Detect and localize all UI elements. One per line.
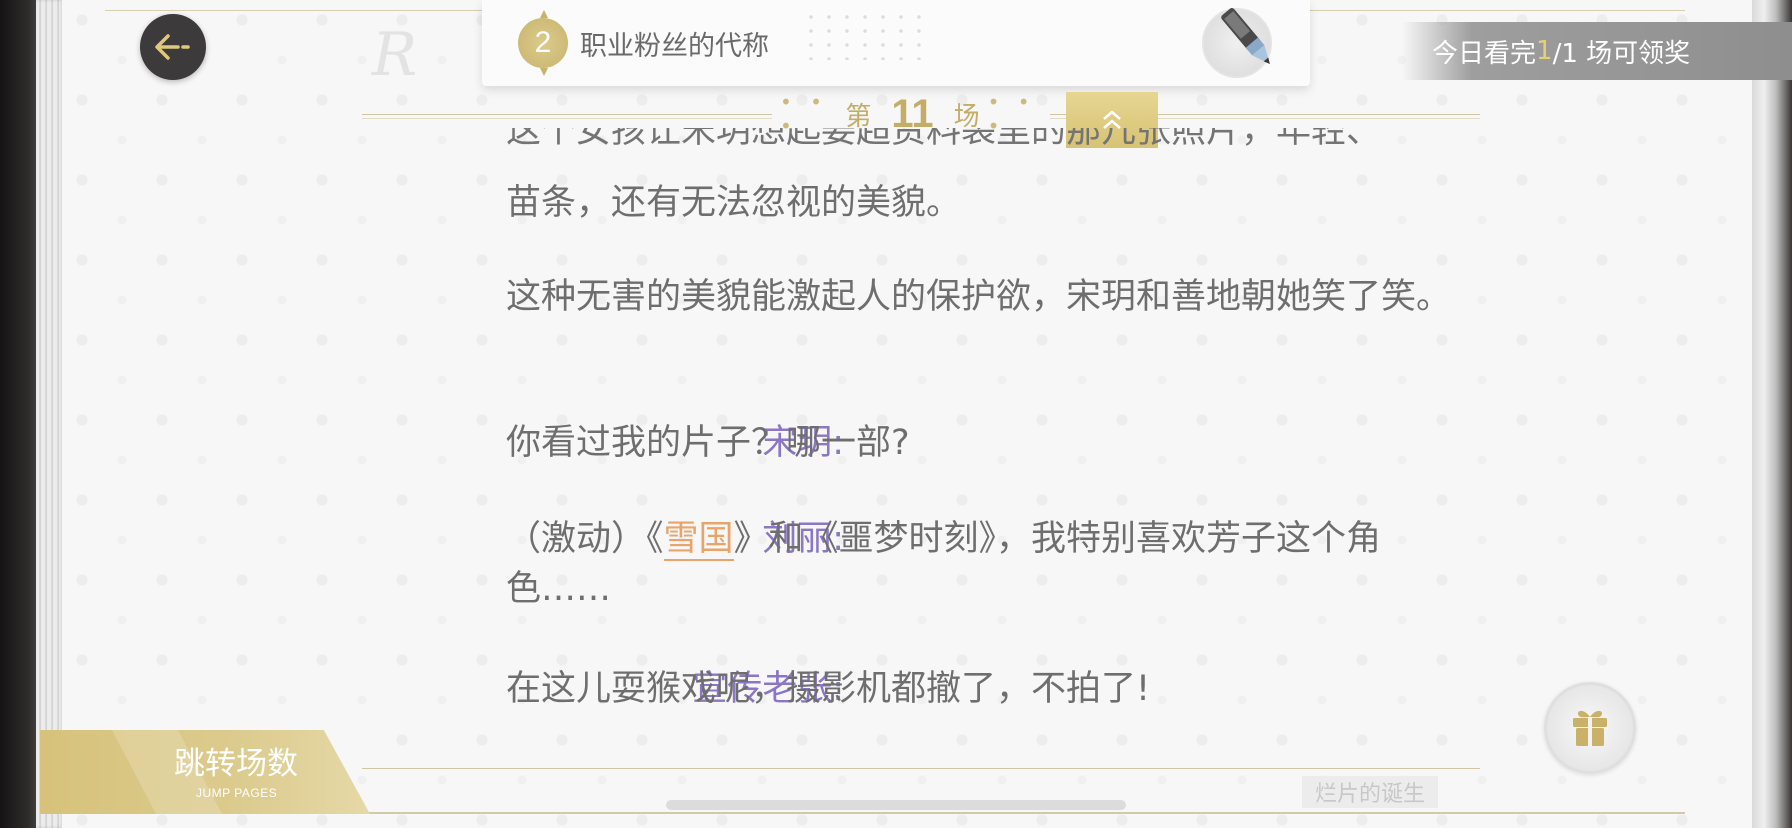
dialog-text-part: （激动）《 — [506, 519, 664, 559]
back-button[interactable] — [140, 14, 206, 80]
dialog-text: 你看过我的片子？哪一部? — [506, 423, 910, 463]
paragraph-1-end: 苗条，还有无法忽视的美貌。 — [506, 183, 962, 223]
highlighted-term-link[interactable]: 雪国 — [663, 519, 734, 561]
device-edge-right — [1752, 0, 1792, 828]
reward-suffix: /1 场可领奖 — [1552, 38, 1691, 69]
paragraph-2: 这种无害的美貌能激起人的保护欲，宋玥和善地朝她笑了笑。 — [506, 277, 1452, 317]
jump-pages-title: 跳转场数 — [174, 746, 298, 782]
home-indicator-bar[interactable] — [666, 800, 1126, 810]
jump-pages-subtitle: JUMP PAGES — [196, 786, 278, 800]
dialog-text: （激动）《雪国》和《噩梦时刻》，我特别喜欢芳子这个角色…… — [506, 514, 1466, 614]
paragraph-cut-line: 这个女孩让宋玥想起姜超资料袋里的那几张照片，年轻、 — [506, 128, 1466, 178]
reader-screen: R 2 职业粉丝的代称 今日看完 1 /1 场可领奖 • • • 第 11 场 … — [0, 0, 1792, 828]
paragraph-cut-text: 这个女孩让宋玥想起姜超资料袋里的那几张照片，年轻、 — [506, 128, 1382, 151]
reward-count: 1 — [1536, 36, 1553, 66]
book-title-label: 烂片的诞生 — [1302, 776, 1438, 808]
gift-icon — [1573, 710, 1607, 746]
dialog-text: 在这儿耍猴戏呢，摄影机都撤了，不拍了! — [506, 669, 1151, 709]
arrow-left-icon — [155, 34, 190, 60]
gift-button[interactable] — [1544, 682, 1636, 774]
device-edge-left — [0, 0, 40, 828]
page-stack-edge — [36, 0, 64, 828]
jump-pages-button[interactable]: 跳转场数 JUMP PAGES — [40, 730, 370, 814]
story-text-area: 这个女孩让宋玥想起姜超资料袋里的那几张照片，年轻、 苗条，还有无法忽视的美貌。 … — [340, 0, 1480, 828]
